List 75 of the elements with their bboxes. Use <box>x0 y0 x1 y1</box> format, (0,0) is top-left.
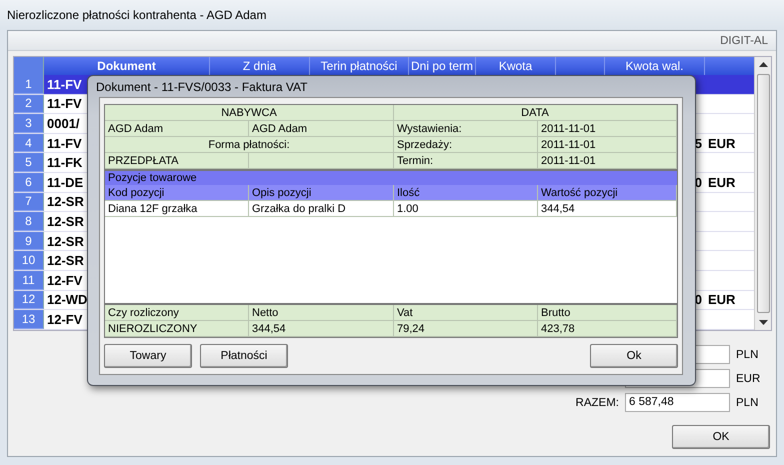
currency-label: EUR <box>736 372 762 384</box>
table-cell: EUR <box>708 174 736 190</box>
table-cell: Forma płatności: <box>105 137 394 153</box>
column-header: Ilość <box>394 185 538 201</box>
table-cell: 2011-11-01 <box>538 153 677 169</box>
table-cell: 11-FV <box>47 136 82 151</box>
table-cell: 2011-11-01 <box>538 121 677 137</box>
table-cell: Wystawienia: <box>394 121 538 137</box>
table-cell: DATA <box>394 105 677 121</box>
table-cell: 2011-11-01 <box>538 137 677 153</box>
total-field[interactable]: 6 587,48 <box>625 393 730 412</box>
row-number: 3 <box>14 114 44 133</box>
brand-label: DIGIT-AL <box>720 34 768 46</box>
window-title: Nierozliczone płatności kontrahenta - AGD Adam <box>7 8 266 22</box>
table-cell: 344,54 <box>249 321 394 337</box>
ok-button[interactable]: OK <box>672 425 770 449</box>
table-cell: NIEROZLICZONY <box>105 321 249 337</box>
currency-label: PLN <box>736 396 760 408</box>
row-number: 7 <box>14 192 44 212</box>
table-cell: 11-FK <box>47 155 82 170</box>
row-number: 5 <box>14 153 44 172</box>
table-cell: 11-DE <box>47 174 84 190</box>
table-cell: 12-SR <box>47 234 84 249</box>
corner-cell <box>14 57 44 75</box>
table-cell: Termin: <box>394 153 538 169</box>
table-cell: AGD Adam <box>105 121 249 137</box>
table-cell: 0001/ <box>47 116 80 131</box>
row-number: 10 <box>14 251 44 270</box>
table-cell: 11-FV <box>47 96 82 112</box>
column-header: Wartość pozycji <box>538 185 677 201</box>
table-cell: Grzałka do pralki D <box>249 201 394 217</box>
scroll-thumb[interactable] <box>756 74 770 313</box>
row-number: 11 <box>14 270 44 290</box>
table-cell: 12-FV <box>47 272 82 288</box>
table-cell: 12-FV <box>47 312 82 327</box>
row-number: 2 <box>14 94 44 114</box>
scroll-down-icon[interactable] <box>758 320 768 325</box>
table-cell: Diana 12F grzałka <box>105 201 249 217</box>
ok-button[interactable]: Ok <box>590 344 678 368</box>
table-cell: EUR <box>708 136 736 151</box>
column-header: Opis pozycji <box>249 185 394 201</box>
section-header: Pozycje towarowe <box>105 169 677 185</box>
total-label: RAZEM: <box>576 396 619 408</box>
dialog-button[interactable]: Płatności <box>200 344 288 368</box>
column-header: Kod pozycji <box>105 185 249 201</box>
table-cell: 79,24 <box>394 321 538 337</box>
table-cell: PRZEDPŁATA <box>105 153 249 169</box>
table-cell: 423,78 <box>538 321 677 337</box>
scrollbar[interactable] <box>754 57 771 330</box>
table-cell: NABYWCA <box>105 105 394 121</box>
table-cell: Czy rozliczony <box>105 305 249 321</box>
row-number: 4 <box>14 134 44 152</box>
row-number: 1 <box>14 75 44 94</box>
table-cell: 1.00 <box>394 201 538 217</box>
table-cell: AGD Adam <box>249 121 394 137</box>
table-cell: EUR <box>708 292 736 308</box>
scroll-up-icon[interactable] <box>758 62 768 67</box>
table-cell: 344,54 <box>538 201 677 217</box>
row-number: 6 <box>14 172 44 192</box>
table-cell: Sprzedaży: <box>394 137 538 153</box>
table-cell: 11-FV <box>47 76 82 92</box>
dialog-title: Dokument - 11-FVS/0033 - Faktura VAT <box>96 78 308 96</box>
dialog-button[interactable]: Towary <box>104 344 192 368</box>
row-number: 9 <box>14 232 44 250</box>
table-cell: Netto <box>249 305 394 321</box>
row-number: 8 <box>14 212 44 231</box>
currency-label: PLN <box>736 348 760 360</box>
table-cell: 12-SR <box>47 253 84 268</box>
table-cell: 12-WD <box>47 292 88 308</box>
table-cell: 12-SR <box>47 194 84 210</box>
table-cell: Brutto <box>538 305 677 321</box>
row-number: 12 <box>14 290 44 310</box>
table-cell: 12-SR <box>47 214 84 229</box>
row-number: 13 <box>14 310 44 329</box>
table-cell: Vat <box>394 305 538 321</box>
